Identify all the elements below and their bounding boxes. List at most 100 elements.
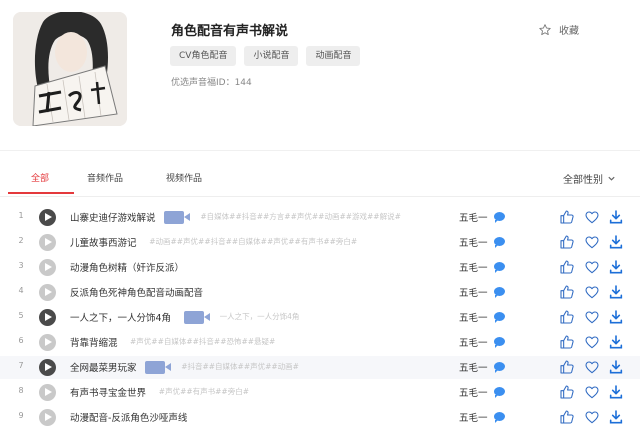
download-icon[interactable] <box>608 409 624 425</box>
download-icon[interactable] <box>608 384 624 400</box>
download-icon[interactable] <box>608 209 624 225</box>
heart-icon[interactable] <box>584 259 600 275</box>
tab-all[interactable]: 全部 <box>31 171 49 184</box>
heart-icon[interactable] <box>584 234 600 250</box>
work-title[interactable]: 儿童故事西游记 <box>70 235 137 249</box>
download-icon[interactable] <box>608 359 624 375</box>
play-icon[interactable] <box>39 259 56 276</box>
chat-icon[interactable] <box>494 262 505 273</box>
work-title[interactable]: 背靠背缩混 <box>70 335 118 349</box>
chat-icon[interactable] <box>494 312 505 323</box>
download-icon[interactable] <box>608 309 624 325</box>
author-name[interactable]: 五毛一 <box>459 335 488 349</box>
like-icon[interactable] <box>559 359 575 375</box>
chat-icon[interactable] <box>494 412 505 423</box>
chat-icon[interactable] <box>494 337 505 348</box>
like-icon[interactable] <box>559 209 575 225</box>
work-row[interactable]: 9 动漫配音-反派角色沙哑声线 五毛一 <box>0 406 640 429</box>
row-number: 1 <box>18 211 24 220</box>
favorite-button[interactable]: 收藏 <box>538 22 579 37</box>
category-tag[interactable]: 动画配音 <box>306 46 361 66</box>
work-row[interactable]: 4 反派角色死神角色配音动画配音 五毛一 <box>0 281 640 304</box>
play-icon[interactable] <box>39 384 56 401</box>
author-name[interactable]: 五毛一 <box>459 410 488 424</box>
author-name[interactable]: 五毛一 <box>459 260 488 274</box>
category-tag[interactable]: CV角色配音 <box>170 46 237 66</box>
work-tags: #声优##有声书##旁白# <box>158 387 250 396</box>
author-name[interactable]: 五毛一 <box>459 360 488 374</box>
row-number: 9 <box>18 411 24 420</box>
row-number: 2 <box>18 236 24 245</box>
author-name[interactable]: 五毛一 <box>459 310 488 324</box>
like-icon[interactable] <box>559 409 575 425</box>
heart-icon[interactable] <box>584 384 600 400</box>
work-title[interactable]: 反派角色死神角色配音动画配音 <box>70 285 203 299</box>
work-title[interactable]: 动漫配音-反派角色沙哑声线 <box>70 410 187 424</box>
play-icon[interactable] <box>39 284 56 301</box>
download-icon[interactable] <box>608 334 624 350</box>
work-row[interactable]: 7 全网最菜男玩家 #抖音##自媒体##声优##动画# 五毛一 <box>0 356 640 379</box>
work-title[interactable]: 动漫角色树精（奸诈反派） <box>70 260 184 274</box>
heart-icon[interactable] <box>584 359 600 375</box>
work-tags: #抖音##自媒体##声优##动画# <box>181 362 299 371</box>
work-row[interactable]: 1 山寨史迪仔游戏解说 #自媒体##抖音##方言##声优##动画##游戏##解说# 五… <box>0 206 640 229</box>
like-icon[interactable] <box>559 284 575 300</box>
work-title[interactable]: 山寨史迪仔游戏解说 <box>70 210 156 224</box>
chat-icon[interactable] <box>494 212 505 223</box>
video-icon[interactable] <box>183 311 210 324</box>
page-title: 角色配音有声书解说 <box>171 24 289 39</box>
work-row[interactable]: 5 一人之下，一人分饰4角 一人之下，一人分饰4角 五毛一 <box>0 306 640 329</box>
category-tag[interactable]: 小说配音 <box>244 46 299 66</box>
chat-icon[interactable] <box>494 287 505 298</box>
tab-audio-works[interactable]: 音频作品 <box>87 171 123 184</box>
work-row[interactable]: 6 背靠背缩混 #声优##自媒体##抖音##恐怖##悬疑# 五毛一 <box>0 331 640 354</box>
play-icon[interactable] <box>39 234 56 251</box>
work-tags: #声优##自媒体##抖音##恐怖##悬疑# <box>130 337 276 346</box>
like-icon[interactable] <box>559 334 575 350</box>
work-title[interactable]: 全网最菜男玩家 <box>70 360 137 374</box>
play-icon[interactable] <box>39 359 56 376</box>
work-tags: #自媒体##抖音##方言##声优##动画##游戏##解说# <box>200 212 401 221</box>
chat-icon[interactable] <box>494 387 505 398</box>
voice-profile-header: 角色配音有声书解说 CV角色配音 小说配音 动画配音 优选声音福ID：144 收… <box>0 0 640 150</box>
heart-icon[interactable] <box>584 409 600 425</box>
star-icon <box>539 23 551 35</box>
download-icon[interactable] <box>608 259 624 275</box>
like-icon[interactable] <box>559 234 575 250</box>
like-icon[interactable] <box>559 259 575 275</box>
video-icon[interactable] <box>145 361 172 374</box>
chat-icon[interactable] <box>494 362 505 373</box>
chat-icon[interactable] <box>494 237 505 248</box>
author-name[interactable]: 五毛一 <box>459 210 488 224</box>
works-tabs: 全部 音频作品 视频作品 全部性别 <box>0 165 640 195</box>
video-icon[interactable] <box>164 211 191 224</box>
author-name[interactable]: 五毛一 <box>459 385 488 399</box>
divider <box>0 150 640 151</box>
work-row[interactable]: 8 有声书寻宝金世界 #声优##有声书##旁白# 五毛一 <box>0 381 640 404</box>
play-icon[interactable] <box>39 409 56 426</box>
work-row[interactable]: 2 儿童故事西游记 #动画##声优##抖音##自媒体##声优##有声书##旁白# 五毛… <box>0 231 640 254</box>
play-icon[interactable] <box>39 309 56 326</box>
tab-video-works[interactable]: 视频作品 <box>166 171 202 184</box>
download-icon[interactable] <box>608 284 624 300</box>
work-title[interactable]: 有声书寻宝金世界 <box>70 385 146 399</box>
play-icon[interactable] <box>39 209 56 226</box>
author-name[interactable]: 五毛一 <box>459 285 488 299</box>
author-name[interactable]: 五毛一 <box>459 235 488 249</box>
download-icon[interactable] <box>608 234 624 250</box>
work-row[interactable]: 3 动漫角色树精（奸诈反派） 五毛一 <box>0 256 640 279</box>
work-title[interactable]: 一人之下，一人分饰4角 <box>70 310 171 324</box>
voice-id: 优选声音福ID：144 <box>171 78 252 88</box>
heart-icon[interactable] <box>584 209 600 225</box>
avatar <box>13 12 127 126</box>
work-tags: 一人之下，一人分饰4角 <box>219 312 300 321</box>
heart-icon[interactable] <box>584 284 600 300</box>
like-icon[interactable] <box>559 384 575 400</box>
gender-filter-dropdown[interactable]: 全部性别 <box>563 171 616 186</box>
heart-icon[interactable] <box>584 309 600 325</box>
like-icon[interactable] <box>559 309 575 325</box>
chevron-down-icon <box>608 176 615 181</box>
play-icon[interactable] <box>39 334 56 351</box>
heart-icon[interactable] <box>584 334 600 350</box>
favorite-label: 收藏 <box>559 26 579 37</box>
